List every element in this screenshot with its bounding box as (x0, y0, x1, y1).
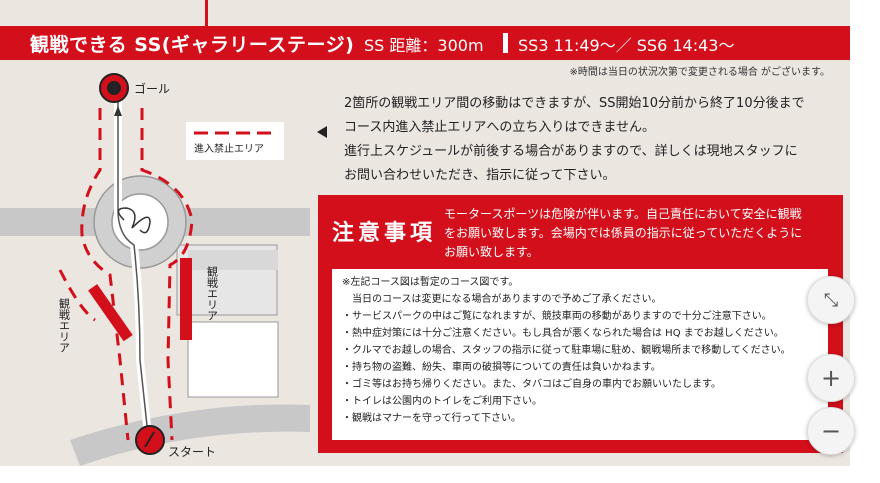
notice-line: コース内進入禁止エリアへの立ち入りはできません。 (344, 120, 655, 135)
caution-text: モータースポーツは危険が伴います。自己責任において安全に観戦 をお願い致します。… (444, 205, 802, 262)
rules-item: ・熱中症対策には十分ご注意ください。もし具合が悪くなられた場合は HQ までお越… (342, 328, 784, 339)
zoom-out-button[interactable]: − (807, 407, 855, 455)
page-canvas: 観戦できる SS(ギャラリーステージ) SS 距離：300m SS3 11:49… (0, 0, 850, 466)
spectator-area-right (180, 258, 192, 340)
rules-item: ・サービスパークの中はご覧になれますが、競技車両の移動がありますので十分ご注意下… (342, 311, 772, 322)
header-separator (503, 33, 508, 53)
header-bar: 観戦できる SS(ギャラリーステージ) SS 距離：300m SS3 11:49… (0, 26, 850, 60)
spectator-notice: 2箇所の観戦エリア間の移動はできますが、SS開始10分前から終了10分後まで コ… (344, 92, 805, 188)
rules-list: ※左記コース図は暫定のコース図です。 当日のコースは変更になる場合がありますので… (332, 269, 828, 440)
notice-line: 2箇所の観戦エリア間の移動はできますが、SS開始10分前から終了10分後まで (344, 96, 805, 111)
stage-schedule: SS3 11:49〜／ SS6 14:43〜 (518, 36, 735, 55)
minus-icon: − (820, 417, 842, 445)
rules-item: ※左記コース図は暫定のコース図です。 (342, 277, 519, 288)
caution-title: 注意事項 (332, 221, 437, 246)
header-connector-line (205, 0, 208, 26)
notice-line: 進行上スケジュールが前後する場合がありますので、詳しくは現地スタッフに (344, 144, 798, 159)
start-label: スタート (168, 445, 216, 459)
spectator-area-label-right: 観戦エリア (206, 265, 219, 321)
zoom-in-button[interactable]: + (807, 354, 855, 402)
caution-line: をお願い致します。会場内では係員の指示に従っていただくように (444, 226, 803, 240)
notice-line: お問い合わせいただき、指示に従って下さい。 (344, 168, 616, 183)
fit-to-screen-icon: ⤡ (823, 289, 839, 311)
plus-icon: + (820, 364, 842, 392)
fit-to-screen-button[interactable]: ⤡ (807, 276, 855, 324)
spectator-area-left (88, 284, 133, 342)
goal-label: ゴール (134, 81, 170, 96)
pointer-arrow-icon (317, 126, 327, 138)
course-map: 進入禁止エリア ゴール スタート 観戦エリア 観戦エリア (0, 73, 310, 466)
page-title: 観戦できる SS(ギャラリーステージ) (30, 34, 355, 56)
goal-flag-icon (107, 81, 121, 95)
rules-item: ・クルマでお越しの場合、スタッフの指示に従って駐車場に駐め、観戦場所まで移動して… (342, 345, 791, 356)
rules-item: ・トイレは公園内のトイレをご利用下さい。 (342, 396, 542, 407)
building-block-2 (187, 321, 279, 398)
time-change-note: ※時間は当日の状況次第で変更される場合 がございます。 (569, 67, 830, 78)
rules-item: ・観戦はマナーを守って行って下さい。 (342, 413, 521, 424)
rules-item: ・持ち物の盗難、紛失、車両の破損等についての責任は負いかねます。 (342, 362, 661, 373)
legend-label: 進入禁止エリア (194, 143, 264, 155)
caution-line: モータースポーツは危険が伴います。自己責任において安全に観戦 (444, 207, 802, 221)
stage-distance: SS 距離：300m (364, 36, 484, 55)
rules-item: 当日のコースは変更になる場合がありますので予めご了承ください。 (342, 294, 662, 305)
caution-line: お願い致します。 (444, 245, 539, 259)
spectator-area-label-left: 観戦エリア (58, 297, 71, 353)
caution-panel: 注意事項 モータースポーツは危険が伴います。自己責任において安全に観戦 をお願い… (318, 195, 843, 453)
rules-item: ・ゴミ等はお持ち帰りください。また、タバコはご自身の車内でお願いいたします。 (342, 379, 721, 390)
building-block-3 (188, 250, 278, 270)
